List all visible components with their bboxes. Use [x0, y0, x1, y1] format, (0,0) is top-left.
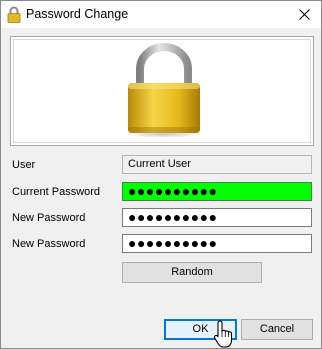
banner-image: [10, 36, 314, 146]
user-field: Current User: [122, 155, 312, 174]
confirm-password-value: ●●●●●●●●●●: [128, 235, 218, 251]
confirm-password-field[interactable]: ●●●●●●●●●●: [122, 234, 312, 253]
close-button[interactable]: [287, 1, 321, 28]
close-icon: [298, 9, 310, 20]
user-label: User: [12, 159, 36, 171]
padlock-icon: [126, 43, 202, 138]
title-bar[interactable]: Password Change: [1, 1, 321, 28]
new-password-value: ●●●●●●●●●●: [128, 209, 218, 225]
random-button[interactable]: Random: [122, 262, 262, 283]
mouse-pointer-icon: [213, 320, 233, 348]
new-password-field[interactable]: ●●●●●●●●●●: [122, 208, 312, 227]
password-change-dialog: Password Change User Current User Curren…: [0, 0, 322, 349]
window-title: Password Change: [26, 7, 129, 21]
new-password-label: New Password: [12, 212, 86, 224]
current-password-field[interactable]: ●●●●●●●●●●: [122, 182, 312, 201]
cancel-button[interactable]: Cancel: [241, 319, 313, 340]
user-value: Current User: [128, 158, 191, 170]
current-password-label: Current Password: [12, 186, 101, 198]
current-password-value: ●●●●●●●●●●: [128, 183, 218, 199]
confirm-password-label: New Password: [12, 238, 86, 250]
padlock-icon: [7, 6, 21, 23]
